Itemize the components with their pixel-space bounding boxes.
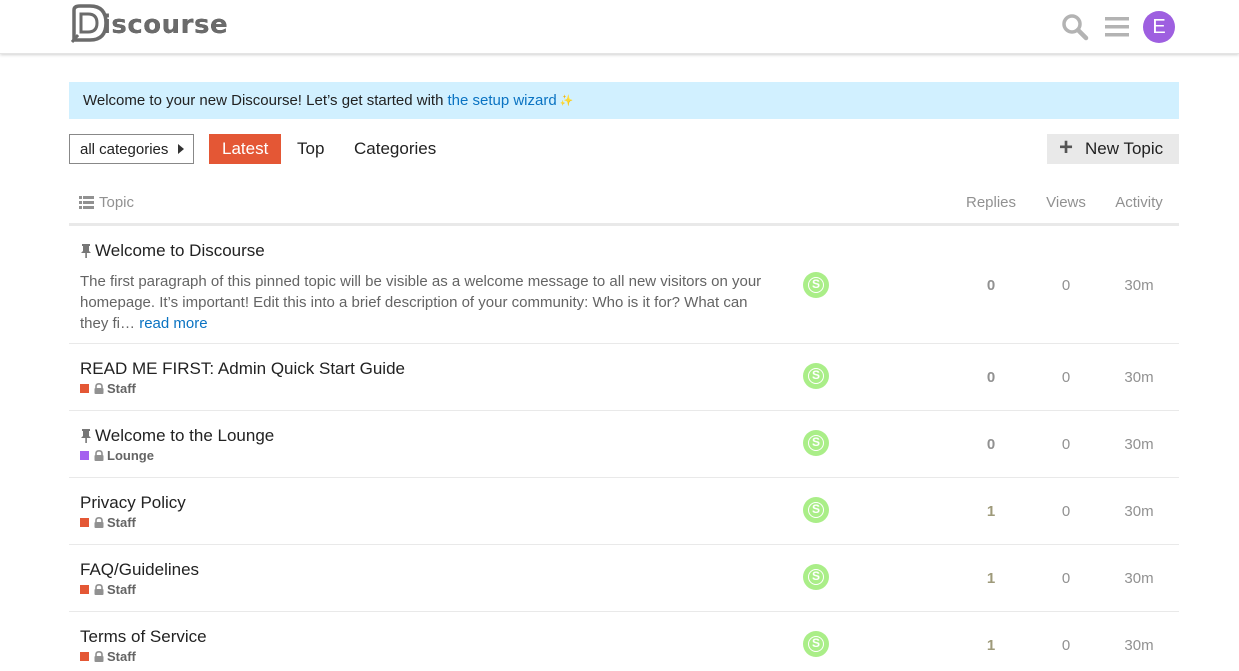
new-topic-label: New Topic (1085, 139, 1164, 158)
category-badge[interactable]: Lounge (80, 448, 154, 463)
sparkle-icon: ✨ (559, 95, 574, 107)
poster-avatar[interactable]: S (803, 631, 829, 657)
site-logo[interactable]: iscourse (68, 4, 228, 44)
user-avatar[interactable]: E (1143, 11, 1175, 43)
topic-title-link[interactable]: Welcome to the Lounge (95, 426, 274, 446)
replies-count[interactable]: 1 (966, 570, 1016, 587)
topic-row[interactable]: Terms of Service Staff S 1 0 30m (69, 612, 1179, 671)
pin-icon (81, 429, 91, 443)
search-icon (1062, 14, 1089, 41)
views-count: 0 (1061, 503, 1071, 520)
poster-avatar[interactable]: S (803, 430, 829, 456)
lock-icon (94, 383, 104, 394)
avatar-letter: E (1152, 15, 1166, 38)
topic-title-link[interactable]: FAQ/Guidelines (80, 560, 199, 580)
replies-count[interactable]: 0 (966, 436, 1016, 453)
topic-list-header: Topic Replies Views Activity (69, 186, 1179, 226)
tab-top[interactable]: Top (284, 134, 337, 164)
caret-right-icon (178, 144, 184, 154)
discourse-logo-icon (68, 4, 108, 44)
lock-icon (94, 450, 104, 461)
topic-row[interactable]: Welcome to the Lounge Lounge S 0 0 30m (69, 411, 1179, 478)
topic-title-link[interactable]: Welcome to Discourse (95, 241, 265, 261)
category-color-square (80, 451, 89, 460)
poster-letter: S (808, 277, 824, 293)
views-column-header[interactable]: Views (1041, 194, 1091, 211)
site-header: iscourse E (0, 0, 1239, 54)
category-color-square (80, 518, 89, 527)
activity-time[interactable]: 30m (1114, 503, 1164, 520)
read-more-link[interactable]: read more (139, 315, 207, 332)
replies-count[interactable]: 1 (966, 503, 1016, 520)
topic-row[interactable]: Privacy Policy Staff S 1 0 30m (69, 478, 1179, 545)
lock-icon (94, 651, 104, 662)
poster-avatar[interactable]: S (803, 272, 829, 298)
activity-time[interactable]: 30m (1114, 436, 1164, 453)
topic-title-link[interactable]: Terms of Service (80, 627, 207, 647)
views-count: 0 (1061, 436, 1071, 453)
topic-row[interactable]: Welcome to Discourse The first paragraph… (69, 229, 1179, 344)
poster-avatar[interactable]: S (803, 363, 829, 389)
topic-excerpt: The first paragraph of this pinned topic… (80, 271, 780, 334)
setup-wizard-link[interactable]: the setup wizard (447, 92, 556, 109)
topic-row[interactable]: READ ME FIRST: Admin Quick Start Guide S… (69, 344, 1179, 411)
hamburger-icon (1105, 17, 1129, 37)
tab-latest[interactable]: Latest (209, 134, 282, 164)
category-badge[interactable]: Staff (80, 649, 136, 664)
new-topic-button[interactable]: + New Topic (1047, 134, 1179, 164)
topic-column-header[interactable]: Topic (79, 194, 134, 211)
category-badge[interactable]: Staff (80, 515, 136, 530)
welcome-banner: Welcome to your new Discourse! Let’s get… (69, 82, 1179, 119)
poster-letter: S (808, 636, 824, 652)
category-name: Staff (107, 381, 136, 396)
category-dropdown[interactable]: all categories (69, 134, 194, 164)
poster-avatar[interactable]: S (803, 564, 829, 590)
activity-time[interactable]: 30m (1114, 369, 1164, 386)
category-dropdown-label: all categories (80, 140, 169, 158)
views-count: 0 (1061, 369, 1071, 386)
lock-icon (94, 517, 104, 528)
category-color-square (80, 585, 89, 594)
tab-categories[interactable]: Categories (341, 134, 449, 164)
activity-time[interactable]: 30m (1114, 570, 1164, 587)
category-color-square (80, 652, 89, 661)
category-color-square (80, 384, 89, 393)
poster-letter: S (808, 569, 824, 585)
banner-text: Welcome to your new Discourse! Let’s get… (83, 92, 444, 109)
plus-icon: + (1059, 133, 1074, 161)
category-name: Staff (107, 649, 136, 664)
category-badge[interactable]: Staff (80, 381, 136, 396)
activity-time[interactable]: 30m (1114, 277, 1164, 294)
poster-letter: S (808, 502, 824, 518)
activity-column-header[interactable]: Activity (1111, 194, 1167, 211)
poster-avatar[interactable]: S (803, 497, 829, 523)
category-name: Lounge (107, 448, 154, 463)
category-name: Staff (107, 515, 136, 530)
poster-letter: S (808, 435, 824, 451)
views-count: 0 (1061, 277, 1071, 294)
replies-count[interactable]: 0 (966, 277, 1016, 294)
replies-count[interactable]: 1 (966, 637, 1016, 654)
lock-icon (94, 584, 104, 595)
topic-row[interactable]: FAQ/Guidelines Staff S 1 0 30m (69, 545, 1179, 612)
logo-wordmark: iscourse (102, 10, 229, 40)
activity-time[interactable]: 30m (1114, 637, 1164, 654)
topic-navigation: all categories Latest Top Categories + N… (69, 134, 1179, 164)
replies-column-header[interactable]: Replies (965, 194, 1017, 211)
pin-icon (81, 244, 91, 258)
topic-title-link[interactable]: READ ME FIRST: Admin Quick Start Guide (80, 359, 405, 379)
hamburger-menu-button[interactable] (1097, 8, 1137, 46)
replies-count[interactable]: 0 (966, 369, 1016, 386)
views-count: 0 (1061, 570, 1071, 587)
poster-letter: S (808, 368, 824, 384)
category-name: Staff (107, 582, 136, 597)
topic-title-link[interactable]: Privacy Policy (80, 493, 186, 513)
topic-header-label: Topic (99, 194, 135, 211)
category-badge[interactable]: Staff (80, 582, 136, 597)
views-count: 0 (1061, 637, 1071, 654)
search-button[interactable] (1055, 8, 1095, 46)
list-icon (79, 196, 94, 209)
